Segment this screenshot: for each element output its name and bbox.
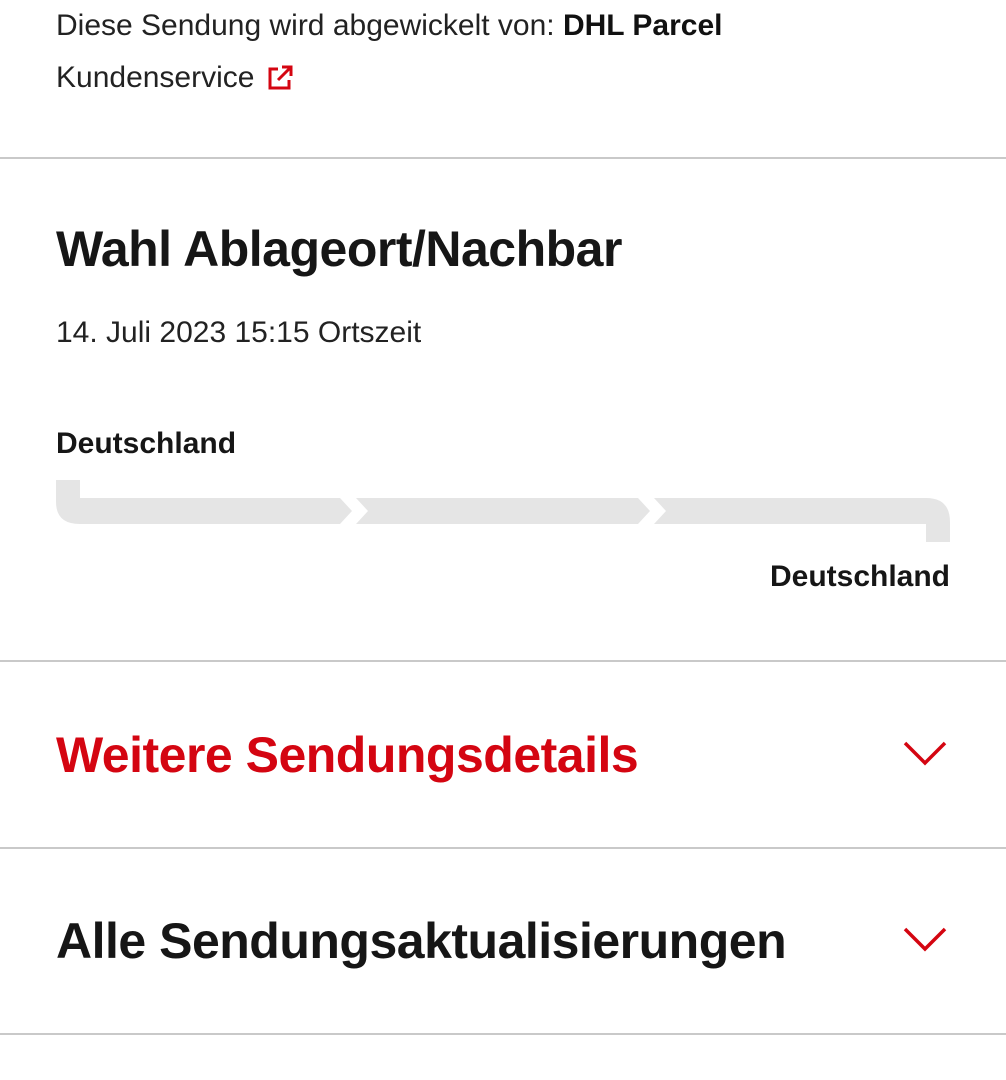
progress-segment-2 [356,498,650,524]
divider [0,847,1006,849]
handler-info: Diese Sendung wird abgewickelt von: DHL … [56,6,722,46]
divider [0,157,1006,159]
accordion-all-updates-label: Alle Sendungsaktualisierungen [56,913,787,969]
external-link-icon [268,65,293,90]
route-destination: Deutschland [769,560,950,593]
chevron-down-icon[interactable] [902,924,948,954]
progress-segment-1 [56,498,352,524]
handler-prefix: Diese Sendung wird abgewickelt von: [56,9,563,42]
customer-service-label: Kundenservice [56,61,255,94]
status-timestamp: 14. Juli 2023 15:15 Ortszeit [56,316,422,349]
progress-segment-3 [654,498,950,542]
status-title: Wahl Ablageort/Nachbar [56,221,622,277]
route-origin: Deutschland [56,427,237,460]
chevron-down-icon[interactable] [902,738,948,768]
accordion-shipment-details-label: Weitere Sendungsdetails [56,727,639,783]
customer-service-link[interactable]: Kundenservice [56,58,294,98]
divider [0,660,1006,662]
carrier-name: DHL Parcel [562,9,723,42]
progress-start-hook [56,480,80,498]
shipment-progress-bar [56,480,950,542]
divider [0,1033,1006,1035]
